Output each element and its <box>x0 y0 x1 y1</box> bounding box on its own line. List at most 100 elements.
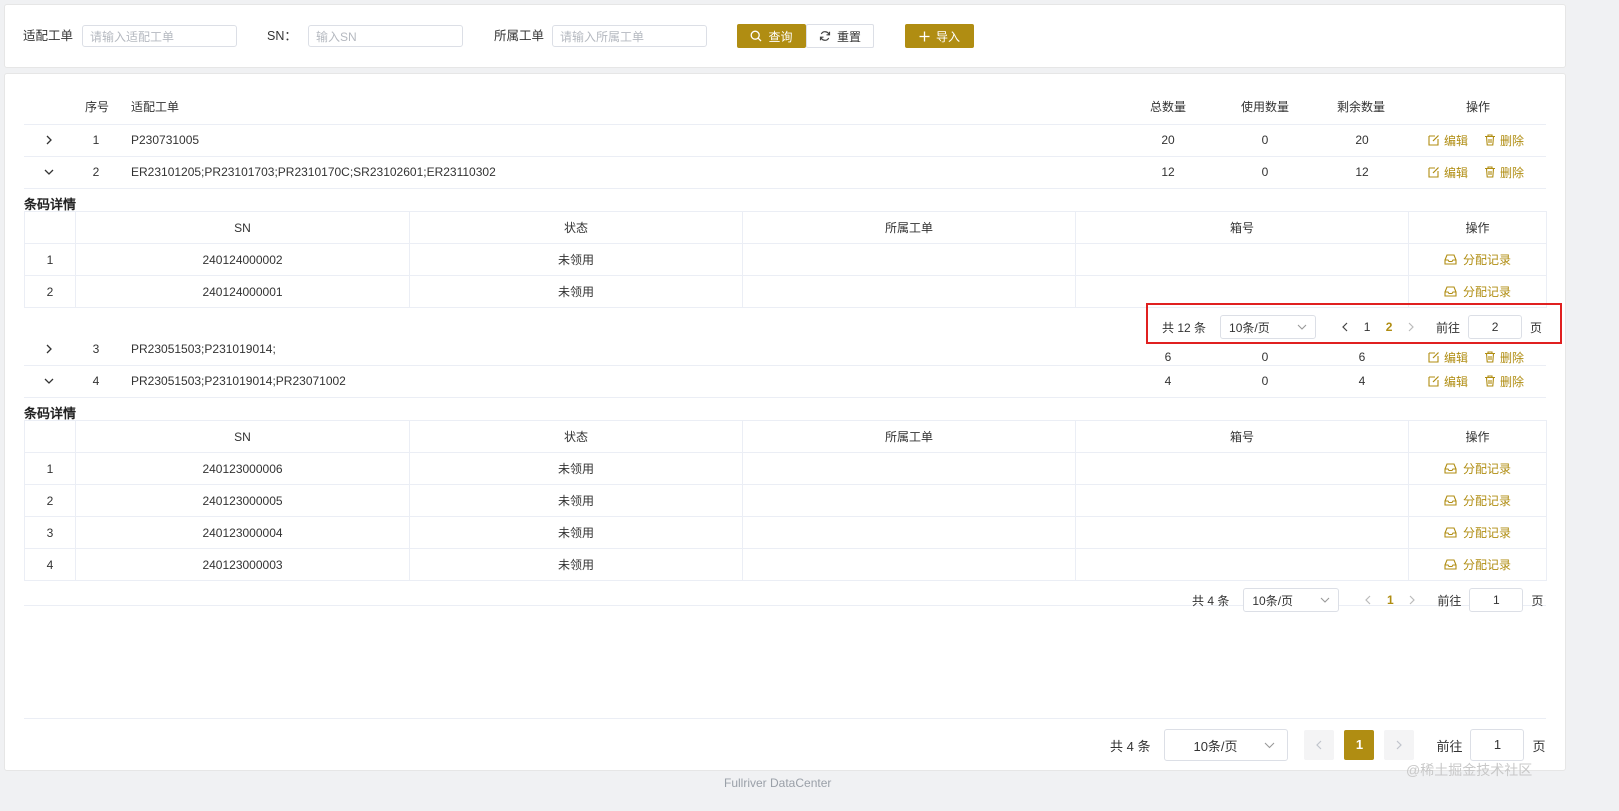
inbox-icon <box>1444 463 1457 474</box>
edit-label: 编辑 <box>1444 165 1469 180</box>
detail-order-header: 所属工单 <box>742 420 1076 453</box>
footer-text: Fullriver DataCenter <box>724 776 832 790</box>
allocation-record-label: 分配记录 <box>1462 285 1511 299</box>
allocation-record-link[interactable]: 分配记录 <box>1444 556 1511 573</box>
parent-order-filter-input[interactable]: 请输入所属工单 <box>552 25 707 47</box>
prev-page-button[interactable] <box>1357 595 1379 605</box>
detail-sn: 240123000003 <box>75 548 410 581</box>
delete-link[interactable]: 删除 <box>1484 132 1524 149</box>
detail-index: 1 <box>24 243 76 276</box>
trash-icon <box>1485 134 1496 146</box>
detail-status-header: 状态 <box>409 420 743 453</box>
delete-link[interactable]: 删除 <box>1484 349 1524 366</box>
detail-table: SN 状态 所属工单 箱号 操作 1 240123000006 未领用 分配记录… <box>24 420 1547 581</box>
chevron-down-icon <box>1265 742 1275 748</box>
detail-order-header: 所属工单 <box>742 211 1076 244</box>
allocation-record-label: 分配记录 <box>1462 494 1511 508</box>
row-actions: 编辑 删除 <box>1428 365 1524 397</box>
reset-button[interactable]: 重置 <box>806 24 874 48</box>
goto-page-value: 1 <box>1493 593 1500 607</box>
inbox-icon <box>1444 286 1457 297</box>
allocation-record-link[interactable]: 分配记录 <box>1444 460 1511 477</box>
page-number-active[interactable]: 1 <box>1344 730 1375 760</box>
expand-toggle[interactable] <box>42 333 56 365</box>
page-size-value: 10条/页 <box>1193 738 1238 754</box>
row-remain: 12 <box>1355 165 1369 179</box>
pagination-total: 共 4 条 <box>1192 593 1230 608</box>
next-page-button[interactable] <box>1384 730 1415 760</box>
edit-icon <box>1428 135 1439 146</box>
collapse-toggle[interactable] <box>42 156 56 188</box>
query-button-label: 查询 <box>768 29 793 44</box>
expand-toggle[interactable] <box>42 124 56 156</box>
edit-link[interactable]: 编辑 <box>1428 132 1468 149</box>
import-button[interactable]: 导入 <box>905 24 974 48</box>
col-used-header: 使用数量 <box>1240 100 1289 114</box>
chevron-down-icon <box>44 169 54 175</box>
allocation-record-link[interactable]: 分配记录 <box>1444 251 1511 268</box>
delete-label: 删除 <box>1500 165 1525 180</box>
detail-row: 1 240124000002 未领用 分配记录 <box>24 243 1547 276</box>
goto-page-input[interactable]: 1 <box>1470 729 1525 761</box>
detail-ops: 分配记录 <box>1408 484 1547 517</box>
allocation-record-label: 分配记录 <box>1462 253 1511 267</box>
row-divider <box>24 188 1546 189</box>
detail-index-header <box>24 420 76 453</box>
allocation-record-label: 分配记录 <box>1462 558 1511 572</box>
trash-icon <box>1485 375 1496 387</box>
detail-index: 1 <box>24 452 76 485</box>
detail-box <box>1075 548 1409 581</box>
chevron-right-icon <box>1409 595 1416 605</box>
allocation-record-link[interactable]: 分配记录 <box>1444 492 1511 509</box>
edit-label: 编辑 <box>1444 133 1469 148</box>
next-page-button[interactable] <box>1401 595 1423 605</box>
row-order: PR23051503;P231019014;PR23071002 <box>131 374 346 388</box>
edit-link[interactable]: 编辑 <box>1428 373 1468 390</box>
edit-icon <box>1428 167 1439 178</box>
page-number-active[interactable]: 1 <box>1379 593 1401 607</box>
detail-box <box>1075 452 1409 485</box>
detail-box <box>1075 243 1409 276</box>
plus-icon <box>919 31 930 41</box>
edit-link[interactable]: 编辑 <box>1428 349 1468 366</box>
detail-sn-header: SN <box>75 211 410 244</box>
edit-link[interactable]: 编辑 <box>1428 164 1468 181</box>
col-ops-header: 操作 <box>1465 100 1490 114</box>
detail-status: 未领用 <box>409 548 743 581</box>
goto-page-input[interactable]: 1 <box>1469 588 1524 612</box>
allocation-record-link[interactable]: 分配记录 <box>1444 524 1511 541</box>
order-filter-input[interactable]: 请输入适配工单 <box>82 25 237 47</box>
search-icon <box>751 30 762 42</box>
import-button-label: 导入 <box>935 29 960 44</box>
chevron-down-icon <box>44 378 54 384</box>
prev-page-button[interactable] <box>1304 730 1335 760</box>
detail-ops: 分配记录 <box>1408 452 1547 485</box>
chevron-left-icon <box>1365 595 1371 605</box>
delete-link[interactable]: 删除 <box>1484 373 1524 390</box>
detail-index: 3 <box>24 516 76 549</box>
detail-ops: 分配记录 <box>1408 548 1547 581</box>
col-index-header: 序号 <box>85 100 110 114</box>
detail-row: 3 240123000004 未领用 分配记录 <box>24 516 1547 549</box>
trash-icon <box>1485 351 1496 363</box>
inbox-icon <box>1444 559 1457 570</box>
row-total: 20 <box>1161 133 1175 147</box>
detail-box <box>1075 516 1409 549</box>
detail-order <box>742 275 1076 308</box>
collapse-toggle[interactable] <box>42 365 56 397</box>
query-button[interactable]: 查询 <box>737 24 806 48</box>
allocation-record-link[interactable]: 分配记录 <box>1444 283 1511 300</box>
page-size-select[interactable]: 10条/页 <box>1164 729 1289 761</box>
page-size-select[interactable]: 10条/页 <box>1243 588 1340 612</box>
delete-link[interactable]: 删除 <box>1484 164 1524 181</box>
page-suffix: 页 <box>1532 738 1546 754</box>
detail-status: 未领用 <box>409 516 743 549</box>
col-remain-header: 剩余数量 <box>1336 100 1385 114</box>
detail-status: 未领用 <box>409 452 743 485</box>
trash-icon <box>1485 166 1496 178</box>
row-order: ER23101205;PR23101703;PR2310170C;SR23102… <box>131 165 496 179</box>
delete-label: 删除 <box>1500 350 1525 365</box>
row-total: 4 <box>1164 374 1172 388</box>
detail-order <box>742 516 1076 549</box>
sn-filter-input[interactable]: 输入SN <box>308 25 463 47</box>
